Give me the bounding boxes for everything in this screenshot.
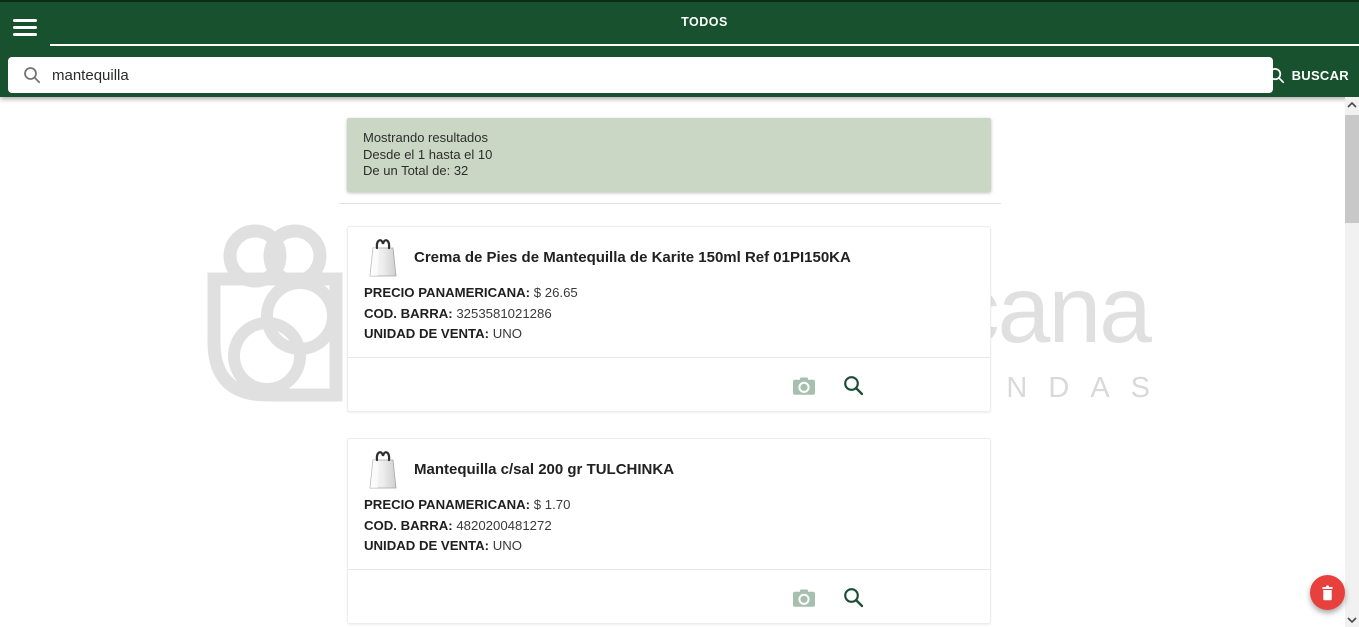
trash-icon: [1320, 585, 1335, 601]
buscar-button-label: BUSCAR: [1292, 68, 1349, 83]
buscar-button[interactable]: BUSCAR: [1266, 57, 1351, 93]
tab-todos[interactable]: TODOS: [681, 15, 728, 29]
product-card: Mantequilla c/sal 200 gr TULCHINKA PRECI…: [347, 438, 991, 624]
product-details: PRECIO PANAMERICANA: $ 1.70 COD. BARRA: …: [348, 491, 990, 557]
magnifier-icon: [843, 587, 864, 608]
product-unit-row: UNIDAD DE VENTA: UNO: [364, 324, 974, 345]
results-divider: [339, 203, 1001, 204]
view-detail-search-button[interactable]: [840, 585, 866, 611]
magnifier-icon: [843, 375, 864, 396]
product-unit-row: UNIDAD DE VENTA: UNO: [364, 536, 974, 557]
search-input[interactable]: [52, 57, 1262, 93]
search-row: BUSCAR: [0, 57, 1359, 93]
product-barcode-row: COD. BARRA: 4820200481272: [364, 516, 974, 537]
product-bag-thumbnail-icon: [368, 236, 398, 278]
product-title: Mantequilla c/sal 200 gr TULCHINKA: [414, 461, 674, 478]
summary-line-1: Mostrando resultados: [363, 130, 975, 147]
search-bar: [8, 57, 1273, 93]
camera-button[interactable]: [791, 373, 817, 399]
app-header: TODOS BUSCAR: [0, 0, 1359, 97]
view-detail-search-button[interactable]: [840, 373, 866, 399]
chevron-down-icon: [1347, 617, 1357, 623]
product-card: Crema de Pies de Mantequilla de Karite 1…: [347, 226, 991, 412]
product-barcode-row: COD. BARRA: 3253581021286: [364, 304, 974, 325]
product-bag-thumbnail-icon: [368, 448, 398, 490]
results-summary-box: Mostrando resultados Desde el 1 hasta el…: [347, 118, 991, 192]
product-card-header: Crema de Pies de Mantequilla de Karite 1…: [348, 227, 990, 279]
camera-button[interactable]: [791, 585, 817, 611]
product-details: PRECIO PANAMERICANA: $ 26.65 COD. BARRA:…: [348, 279, 990, 345]
product-price-row: PRECIO PANAMERICANA: $ 1.70: [364, 495, 974, 516]
card-actions: [348, 358, 990, 413]
chevron-up-icon: [1347, 102, 1357, 108]
delete-fab-button[interactable]: [1310, 575, 1345, 610]
hamburger-menu-button[interactable]: [6, 8, 44, 46]
scrollbar-thumb[interactable]: [1345, 115, 1359, 223]
camera-icon: [792, 376, 816, 396]
scroll-up-button[interactable]: [1345, 97, 1359, 112]
summary-line-2: Desde el 1 hasta el 10: [363, 147, 975, 164]
scrollbar-track[interactable]: [1345, 97, 1359, 627]
product-price-row: PRECIO PANAMERICANA: $ 26.65: [364, 283, 974, 304]
scroll-down-button[interactable]: [1345, 612, 1359, 627]
search-icon: [23, 66, 41, 84]
tab-bar: TODOS: [50, 0, 1359, 46]
camera-icon: [792, 588, 816, 608]
card-actions: [348, 570, 990, 625]
summary-line-3: De un Total de: 32: [363, 163, 975, 180]
hamburger-icon: [13, 15, 37, 40]
buscar-search-icon: [1268, 67, 1285, 84]
product-title: Crema de Pies de Mantequilla de Karite 1…: [414, 249, 851, 266]
product-card-header: Mantequilla c/sal 200 gr TULCHINKA: [348, 439, 990, 491]
